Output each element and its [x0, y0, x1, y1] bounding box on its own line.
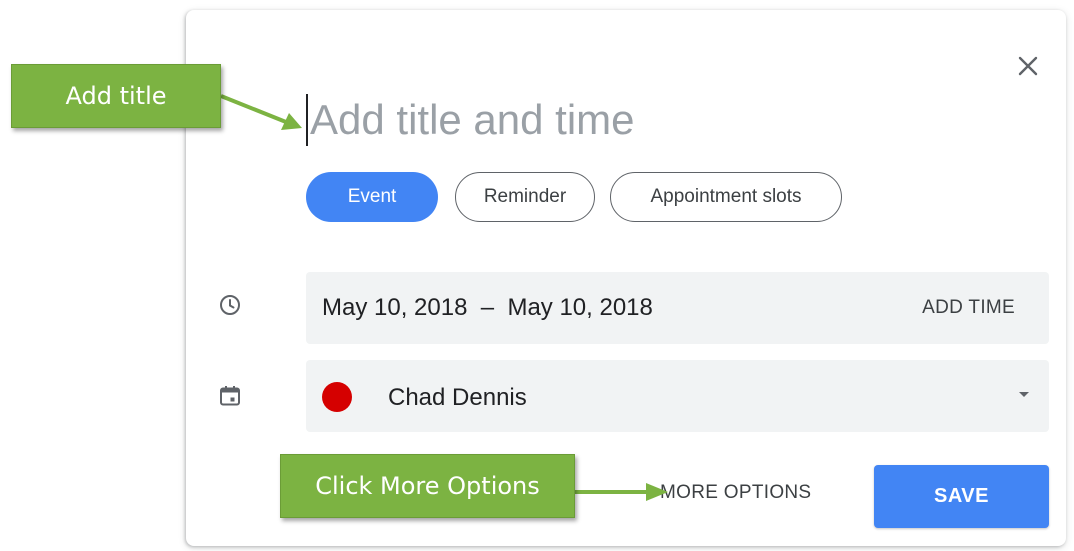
date-range[interactable]: May 10, 2018 – May 10, 2018 [322, 294, 653, 322]
save-button[interactable]: SAVE [874, 465, 1049, 528]
text-caret [306, 94, 308, 146]
callout-click-more-options-text: Click More Options [315, 472, 540, 500]
close-button[interactable] [1012, 50, 1044, 82]
tab-appointment-slots[interactable]: Appointment slots [610, 172, 842, 222]
more-options-button[interactable]: MORE OPTIONS [660, 482, 811, 504]
calendar-name: Chad Dennis [388, 384, 527, 411]
tab-event[interactable]: Event [306, 172, 438, 222]
clock-icon [220, 295, 240, 315]
screenshot-stage: Event Reminder Appointment slots May 10,… [0, 0, 1074, 551]
callout-click-more-options: Click More Options [280, 454, 575, 518]
callout-add-title-text: Add title [65, 82, 167, 110]
date-row: May 10, 2018 – May 10, 2018 ADD TIME [306, 272, 1049, 344]
tab-reminder[interactable]: Reminder [455, 172, 595, 222]
tab-appointment-slots-label: Appointment slots [650, 186, 802, 207]
title-input[interactable] [306, 92, 870, 148]
calendar-color-dot [322, 382, 352, 412]
add-time-button[interactable]: ADD TIME [922, 297, 1015, 319]
callout-add-title: Add title [11, 64, 221, 128]
tab-event-label: Event [347, 186, 397, 207]
dropdown-arrow-icon [1019, 392, 1029, 397]
calendar-select[interactable]: Chad Dennis [306, 360, 1049, 432]
close-icon [1018, 56, 1038, 76]
calendar-icon [220, 386, 240, 406]
save-button-label: SAVE [934, 485, 989, 507]
tab-reminder-label: Reminder [483, 186, 567, 207]
